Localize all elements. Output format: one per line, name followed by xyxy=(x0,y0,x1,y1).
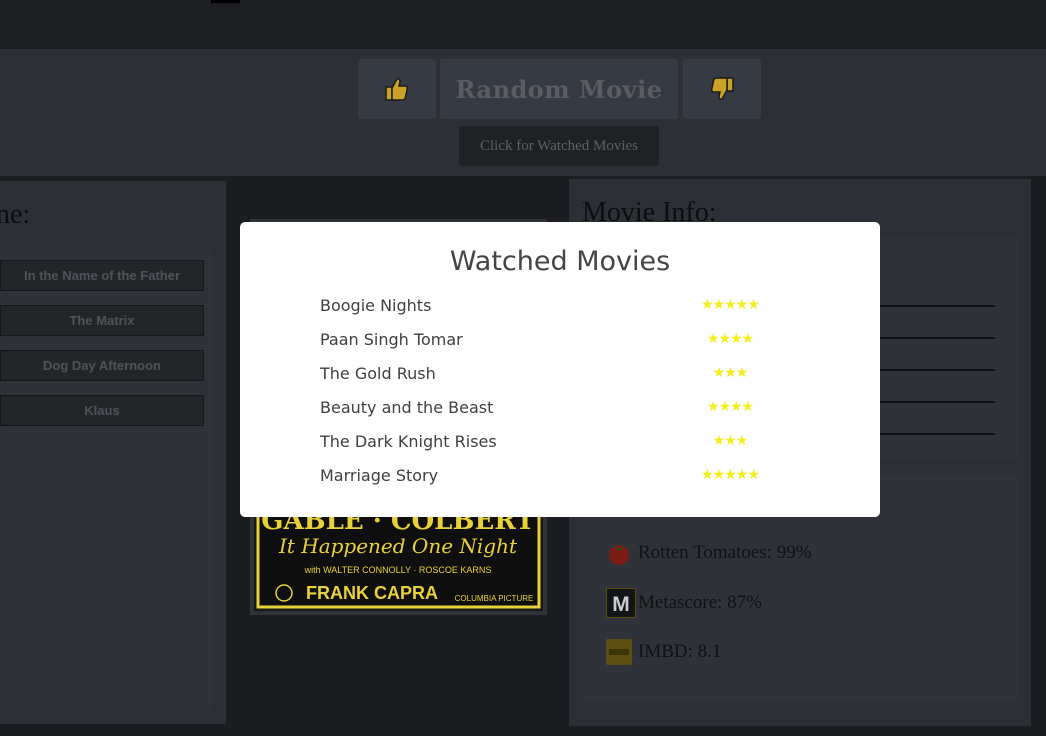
movie-name: Marriage Story xyxy=(320,466,439,485)
star-rating-icon: ★★★ xyxy=(712,433,749,449)
watched-movie-row: Marriage Story ★★★★★ xyxy=(320,464,800,488)
movie-name: Beauty and the Beast xyxy=(320,398,494,417)
watched-movie-row: The Dark Knight Rises ★★★ xyxy=(320,430,800,454)
star-rating-icon: ★★★★★ xyxy=(701,467,760,483)
watched-movies-modal: Watched Movies Boogie Nights ★★★★★ Paan … xyxy=(240,222,880,517)
watched-movie-row: The Gold Rush ★★★ xyxy=(320,362,800,386)
star-rating-icon: ★★★★★ xyxy=(701,297,760,313)
star-rating-icon: ★★★★ xyxy=(706,399,754,415)
watched-movie-row: Paan Singh Tomar ★★★★ xyxy=(320,328,800,352)
watched-movie-row: Boogie Nights ★★★★★ xyxy=(320,294,800,318)
movie-name: Boogie Nights xyxy=(320,296,432,315)
movie-name: The Gold Rush xyxy=(320,364,436,383)
movie-name: The Dark Knight Rises xyxy=(320,432,497,451)
modal-title: Watched Movies xyxy=(449,246,671,277)
movie-name: Paan Singh Tomar xyxy=(320,330,463,349)
watched-movie-row: Beauty and the Beast ★★★★ xyxy=(320,396,800,420)
star-rating-icon: ★★★ xyxy=(712,365,749,381)
star-rating-icon: ★★★★ xyxy=(706,331,754,347)
